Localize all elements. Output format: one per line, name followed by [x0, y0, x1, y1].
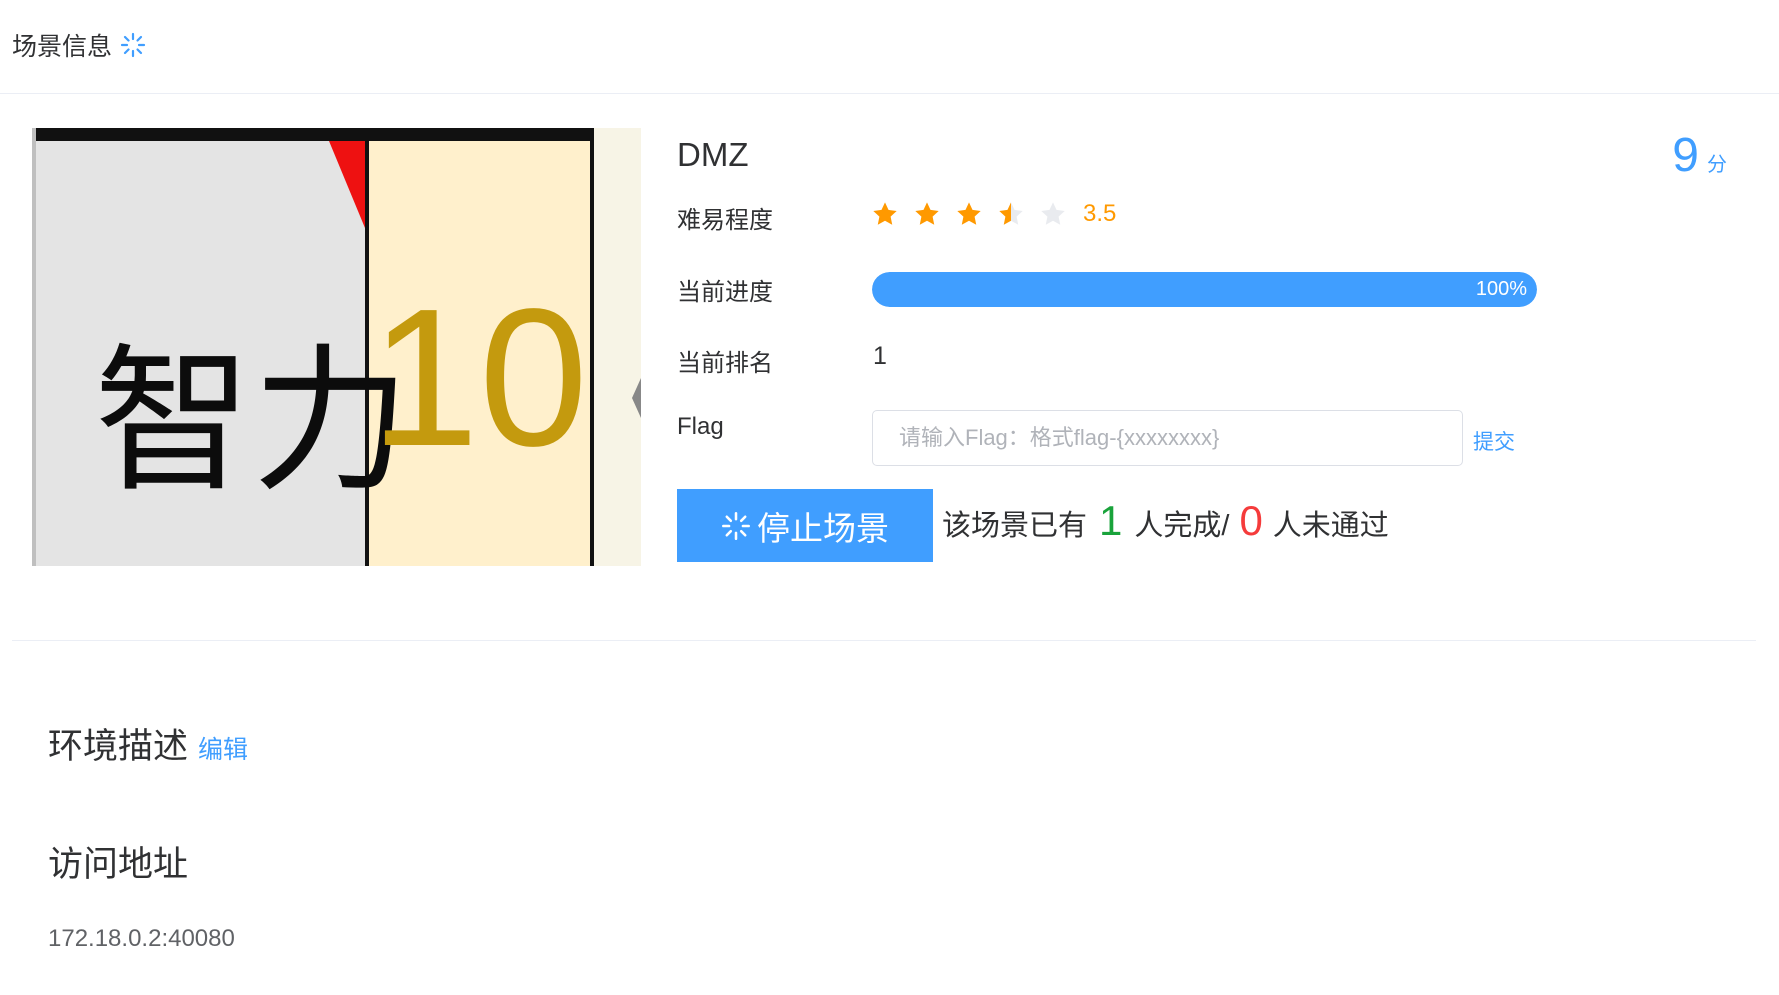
scene-score: 9 分 — [1672, 128, 1727, 183]
stop-scene-button[interactable]: 停止场景 — [677, 489, 933, 562]
scene-cover-image: 智力 10 — [12, 128, 641, 566]
done-suffix: 人完成/ — [1134, 510, 1230, 542]
star-icon — [957, 202, 981, 225]
difficulty-rating: 3.5 — [871, 200, 1116, 228]
fail-count: 0 — [1239, 497, 1263, 544]
score-unit: 分 — [1707, 154, 1727, 176]
access-address[interactable]: 172.18.0.2:40080 — [48, 925, 235, 953]
page-header: 场景信息 — [0, 0, 1779, 94]
completion-prefix: 该场景已有 — [942, 510, 1088, 542]
star-half-icon — [999, 202, 1023, 225]
rank-value: 1 — [873, 342, 887, 370]
progress-text: 100% — [1475, 278, 1527, 300]
cover-text-left: 智力 — [94, 330, 410, 514]
environment-title-text: 环境描述 — [48, 727, 189, 766]
star-icon — [873, 202, 897, 225]
section-divider — [12, 640, 1756, 641]
access-title-text: 访问地址 — [48, 845, 189, 884]
scene-name: DMZ — [677, 136, 749, 173]
rating-text: 3.5 — [1083, 200, 1117, 227]
star-icon — [915, 202, 939, 225]
star-empty-icon — [1041, 202, 1065, 225]
fail-suffix: 人未通过 — [1272, 510, 1389, 542]
flag-input[interactable] — [872, 410, 1463, 466]
scene-cover-graphic: 智力 10 — [12, 128, 641, 566]
environment-section-title: 环境描述 编辑 — [48, 718, 248, 769]
progress-bar: 100% — [872, 272, 1537, 307]
flag-label: Flag — [677, 413, 724, 440]
scene-info-panel: DMZ 9 分 难易程度 3.5 当前进度 100% 当前排名 1 Flag 提… — [677, 128, 1727, 568]
done-count: 1 — [1099, 497, 1123, 544]
stop-scene-label: 停止场景 — [757, 509, 889, 547]
header-title-text: 场景信息 — [12, 33, 113, 61]
progress-fill: 100% — [872, 272, 1537, 307]
progress-label: 当前进度 — [677, 279, 773, 306]
access-section-title: 访问地址 — [48, 836, 188, 887]
loading-icon — [722, 511, 750, 540]
score-value: 9 — [1672, 129, 1699, 182]
header-title: 场景信息 — [12, 27, 146, 63]
completion-stats: 该场景已有 1 人完成/ 0 人未通过 — [942, 497, 1389, 545]
difficulty-label: 难易程度 — [677, 207, 773, 234]
edit-link[interactable]: 编辑 — [198, 730, 248, 766]
cover-text-right: 10 — [370, 268, 588, 487]
rank-label: 当前排名 — [677, 350, 773, 377]
loading-icon — [120, 32, 146, 58]
submit-link[interactable]: 提交 — [1473, 426, 1515, 456]
